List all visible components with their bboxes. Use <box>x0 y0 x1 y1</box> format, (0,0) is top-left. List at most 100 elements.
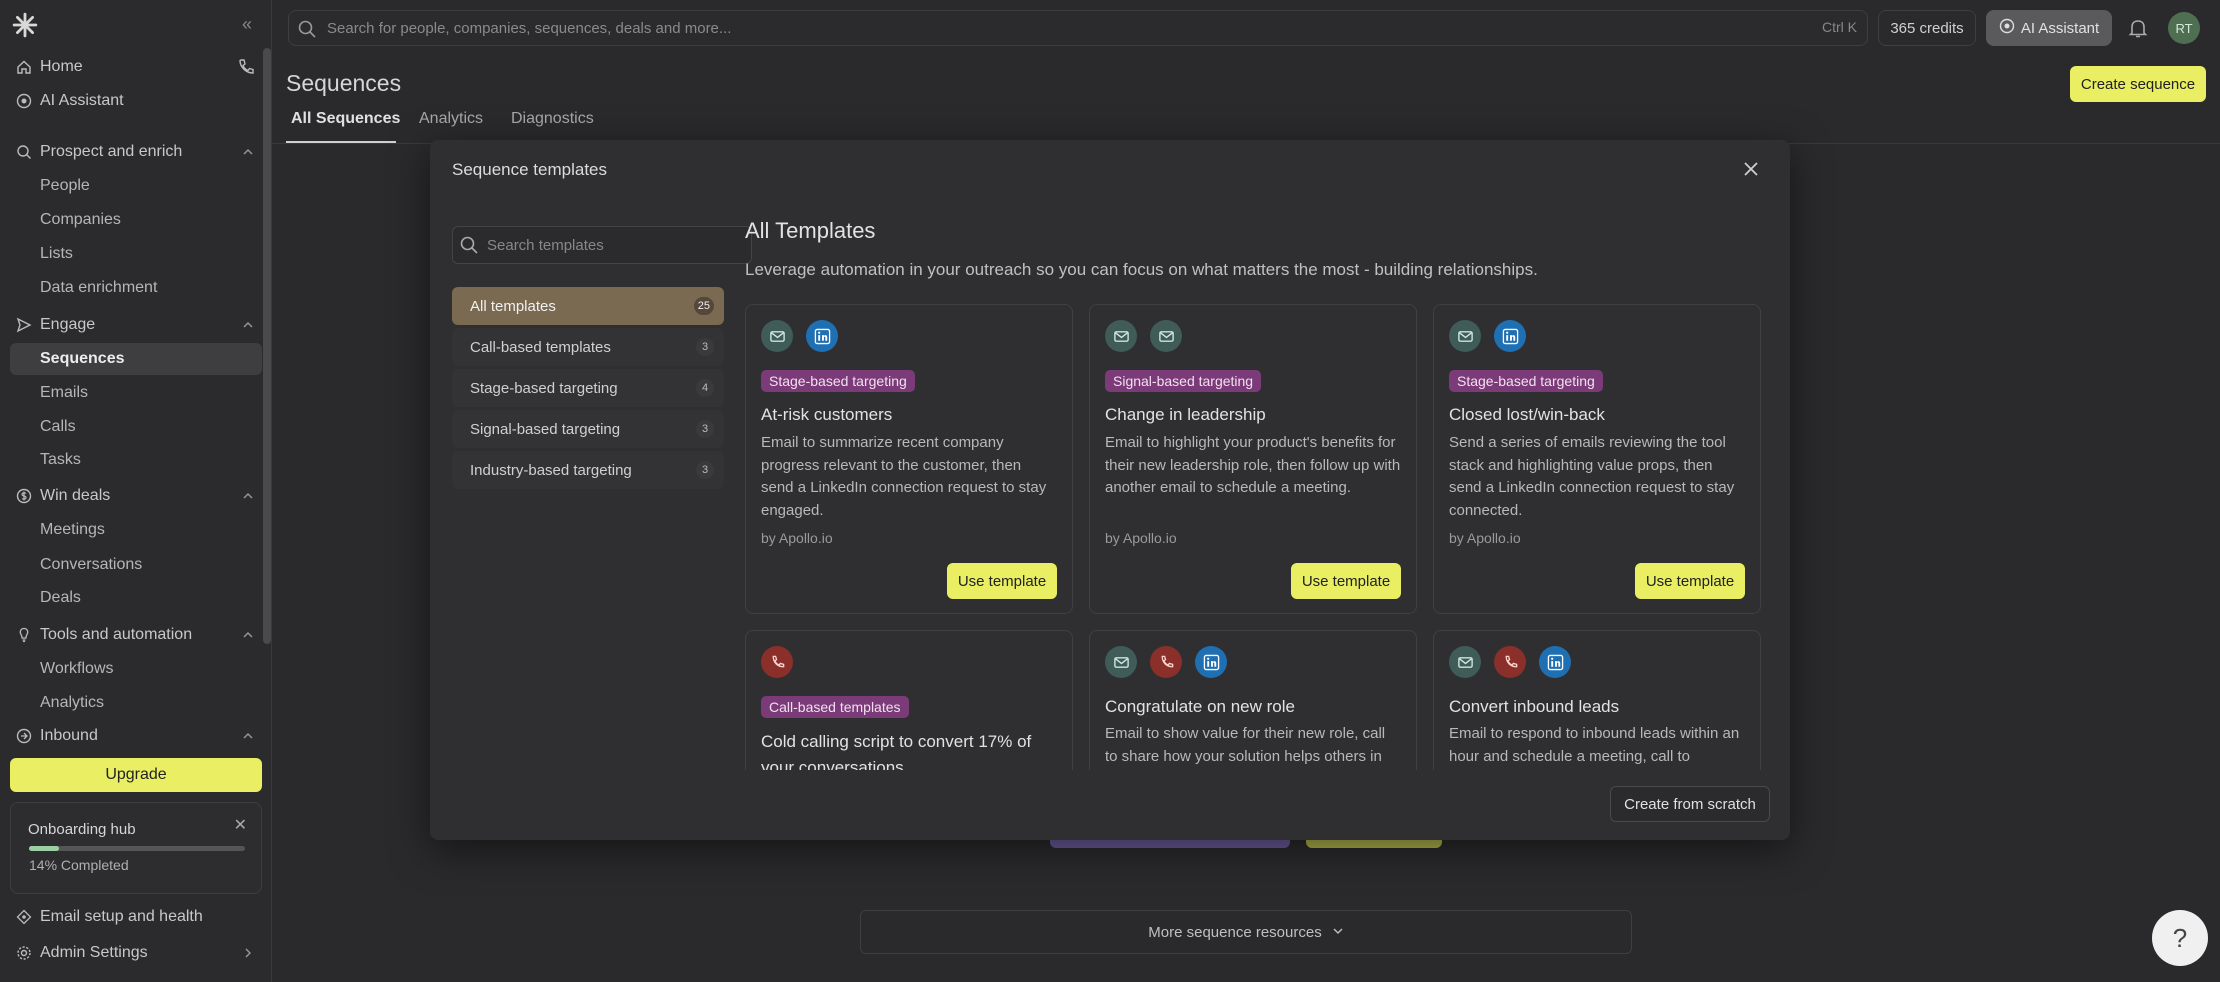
nav-conversations[interactable]: Conversations <box>10 549 262 581</box>
email-icon <box>1150 320 1182 352</box>
nav-meetings[interactable]: Meetings <box>10 514 262 546</box>
create-from-scratch-button[interactable]: Create from scratch <box>1610 786 1770 822</box>
template-title: Change in leadership <box>1105 405 1266 424</box>
email-icon <box>1449 646 1481 678</box>
section-prospect-and-enrich[interactable]: Prospect and enrich <box>10 136 262 168</box>
category-stage-based[interactable]: Stage-based targeting 4 <box>452 369 724 407</box>
channel-icons <box>1105 320 1182 352</box>
template-description: Email to respond to inbound leads within… <box>1449 725 1740 765</box>
nav-people[interactable]: People <box>10 170 262 202</box>
help-button[interactable]: ? <box>2152 910 2208 966</box>
category-label: Stage-based targeting <box>470 379 618 397</box>
phone-icon <box>1494 646 1526 678</box>
nav-data-enrichment-label: Data enrichment <box>40 279 158 296</box>
gear-icon <box>16 945 32 961</box>
onboarding-hub-card[interactable]: Onboarding hub ✕ 14% Completed <box>10 802 262 894</box>
search-icon <box>459 235 479 255</box>
modal-title: Sequence templates <box>452 160 607 179</box>
section-win-deals-label: Win deals <box>40 487 111 504</box>
nav-calls[interactable]: Calls <box>10 411 262 443</box>
linkedin-icon <box>1539 646 1571 678</box>
credits-button[interactable]: 365 credits <box>1878 10 1976 46</box>
close-icon[interactable]: ✕ <box>234 815 247 835</box>
nav-sequences-label: Sequences <box>40 350 125 367</box>
template-card[interactable]: Stage-based targeting Closed lost/win-ba… <box>1433 304 1761 614</box>
category-call-based[interactable]: Call-based templates 3 <box>452 328 724 366</box>
category-count: 3 <box>696 461 714 479</box>
nav-ai-assistant[interactable]: AI Assistant <box>10 85 262 117</box>
nav-admin-settings[interactable]: Admin Settings <box>10 937 262 969</box>
nav-analytics[interactable]: Analytics <box>10 687 262 719</box>
onboarding-progress-text: 14% Completed <box>29 857 129 873</box>
section-win-deals[interactable]: Win deals <box>10 480 262 512</box>
notification-bell-icon[interactable] <box>2126 16 2150 40</box>
template-card[interactable]: Convert inbound leads Email to respond t… <box>1433 630 1761 770</box>
nav-emails[interactable]: Emails <box>10 377 262 409</box>
template-title: Closed lost/win-back <box>1449 405 1605 424</box>
use-template-button[interactable]: Use template <box>1291 563 1401 599</box>
avatar[interactable]: RT <box>2168 12 2200 44</box>
category-signal-based[interactable]: Signal-based targeting 3 <box>452 410 724 448</box>
linkedin-icon <box>1195 646 1227 678</box>
nav-tasks-label: Tasks <box>40 451 81 468</box>
ai-assistant-icon <box>16 93 32 109</box>
apollo-logo[interactable] <box>12 12 38 38</box>
nav-tasks[interactable]: Tasks <box>10 444 262 476</box>
section-inbound[interactable]: Inbound <box>10 723 262 749</box>
section-tools-and-automation[interactable]: Tools and automation <box>10 619 262 651</box>
category-all-templates[interactable]: All templates 25 <box>452 287 724 325</box>
upgrade-button[interactable]: Upgrade <box>10 758 262 792</box>
template-search-input[interactable]: Search templates <box>452 226 752 264</box>
tab-analytics[interactable]: Analytics <box>419 110 483 128</box>
templates-heading: All Templates <box>745 218 876 243</box>
nav-deals[interactable]: Deals <box>10 582 262 614</box>
category-label: Industry-based targeting <box>470 461 632 479</box>
nav-email-setup[interactable]: Email setup and health <box>10 901 262 933</box>
use-template-button[interactable]: Use template <box>1635 563 1745 599</box>
nav-meetings-label: Meetings <box>40 521 105 538</box>
template-tag: Stage-based targeting <box>761 370 915 392</box>
nav-ai-assistant-label: AI Assistant <box>40 92 124 109</box>
category-industry-based[interactable]: Industry-based targeting 3 <box>452 451 724 489</box>
nav-sequences[interactable]: Sequences <box>10 343 262 375</box>
ai-assistant-button[interactable]: AI Assistant <box>1986 10 2112 46</box>
tab-diagnostics[interactable]: Diagnostics <box>511 110 594 128</box>
nav-workflows[interactable]: Workflows <box>10 653 262 685</box>
onboarding-progress-bar <box>29 846 245 851</box>
create-sequence-button[interactable]: Create sequence <box>2070 66 2206 102</box>
search-icon <box>16 144 32 160</box>
template-tag: Call-based templates <box>761 696 909 718</box>
template-card[interactable]: Congratulate on new role Email to show v… <box>1089 630 1417 770</box>
nav-home[interactable]: Home <box>10 51 262 83</box>
more-sequence-resources-button[interactable]: More sequence resources <box>860 910 1632 954</box>
close-icon[interactable] <box>1740 158 1762 180</box>
nav-email-setup-label: Email setup and health <box>40 908 203 925</box>
nav-companies[interactable]: Companies <box>10 204 262 236</box>
template-search-placeholder: Search templates <box>487 237 604 254</box>
nav-data-enrichment[interactable]: Data enrichment <box>10 272 262 304</box>
nav-calls-label: Calls <box>40 418 76 435</box>
nav-companies-label: Companies <box>40 211 121 228</box>
tab-all-sequences[interactable]: All Sequences <box>291 110 400 128</box>
nav-deals-label: Deals <box>40 589 81 606</box>
nav-lists[interactable]: Lists <box>10 238 262 270</box>
channel-icons <box>1449 320 1526 352</box>
use-template-button[interactable]: Use template <box>947 563 1057 599</box>
global-search-input[interactable]: Search for people, companies, sequences,… <box>288 10 1868 46</box>
phone-icon <box>1150 646 1182 678</box>
chevron-up-icon <box>242 146 254 158</box>
template-card[interactable]: Stage-based targeting At-risk customers … <box>745 304 1073 614</box>
search-icon <box>297 19 317 39</box>
category-label: Signal-based targeting <box>470 420 621 438</box>
template-card[interactable]: Signal-based targeting Change in leaders… <box>1089 304 1417 614</box>
phone-icon[interactable] <box>236 57 256 77</box>
template-card[interactable]: Call-based templates Cold calling script… <box>745 630 1073 770</box>
collapse-sidebar-icon[interactable]: « <box>242 14 252 35</box>
template-title: Cold calling script to convert 17% of yo… <box>761 732 1032 770</box>
sidebar-scrollbar[interactable] <box>263 48 271 644</box>
health-icon <box>16 909 32 925</box>
templates-grid: Stage-based targeting At-risk customers … <box>745 304 1775 770</box>
search-shortcut: Ctrl K <box>1822 19 1857 35</box>
template-author: by Apollo.io <box>1105 530 1177 546</box>
section-engage[interactable]: Engage <box>10 309 262 341</box>
